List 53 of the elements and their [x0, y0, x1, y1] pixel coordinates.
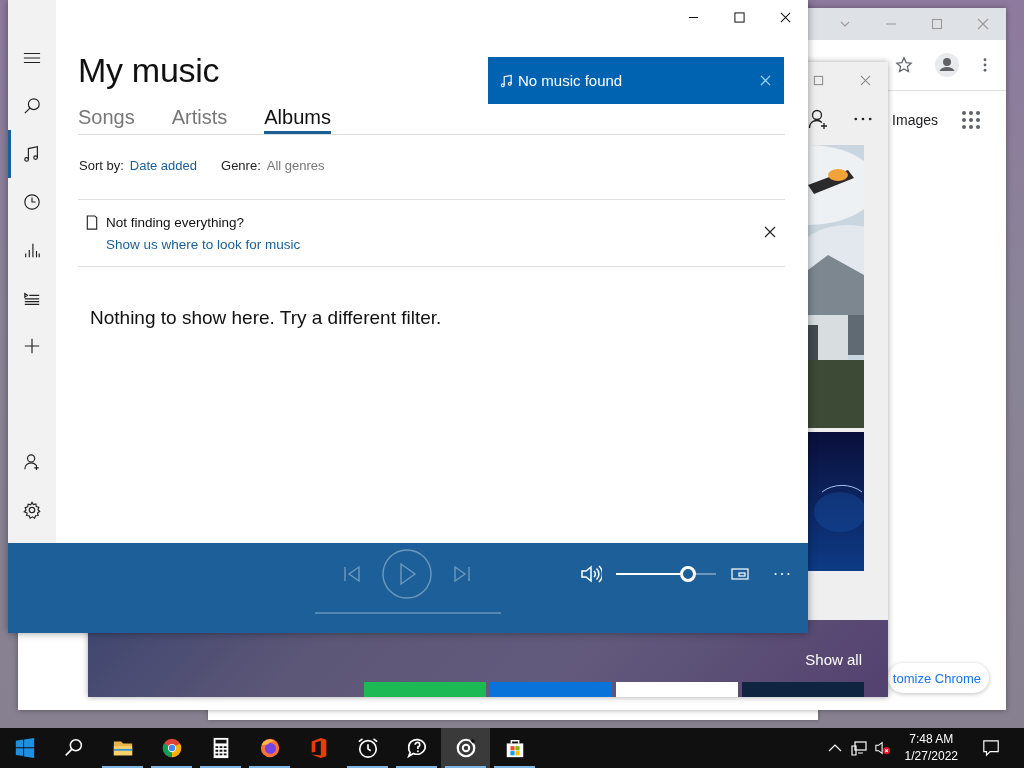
app-tile[interactable]: [364, 682, 486, 697]
notice-title: Not finding everything?: [106, 214, 246, 232]
volume-icon[interactable]: [580, 564, 602, 584]
speech-bubble-icon: [405, 737, 428, 759]
music-note-icon: [500, 73, 514, 88]
filter-dropdown[interactable]: All genres: [266, 157, 325, 173]
add-person-icon[interactable]: [808, 108, 828, 130]
show-all-link[interactable]: Show all: [805, 651, 862, 668]
filter-dropdown[interactable]: Date added: [129, 157, 198, 173]
close-icon: [779, 11, 791, 23]
fox-browser-icon: [258, 737, 281, 759]
search-icon: [62, 737, 85, 759]
maximize-icon[interactable]: [931, 18, 943, 30]
star-icon[interactable]: [895, 56, 913, 74]
search-icon: [23, 97, 41, 115]
empty-message: Nothing to show here. Try a different filter.: [90, 307, 443, 329]
maximize-icon: [733, 11, 745, 23]
device-icon: [86, 215, 98, 230]
images-link[interactable]: Images: [892, 112, 938, 128]
filter-label: Sort by:: [79, 157, 124, 173]
mini-view-icon[interactable]: [731, 568, 749, 580]
network-icon[interactable]: [850, 740, 867, 756]
app-tile[interactable]: [490, 682, 612, 697]
tab[interactable]: Artists: [171, 100, 228, 134]
app-tile[interactable]: [742, 682, 864, 697]
volume-slider[interactable]: [616, 566, 716, 582]
more-icon[interactable]: [854, 117, 872, 121]
more-icon[interactable]: [983, 58, 987, 72]
music-disc-icon: [454, 737, 477, 759]
bar-chart-icon: [23, 241, 41, 259]
music-note-icon: [23, 145, 41, 163]
page-title: My music: [78, 50, 220, 91]
notifications-icon[interactable]: [982, 739, 1000, 757]
app-tile[interactable]: [616, 682, 738, 697]
tab[interactable]: Albums: [264, 100, 331, 134]
clock[interactable]: 7:48 AM 1/27/2022: [898, 731, 968, 765]
close-icon[interactable]: [764, 226, 776, 238]
maximize-icon[interactable]: [813, 74, 824, 86]
browser-icon: [160, 737, 183, 759]
add-person-icon: [23, 453, 41, 471]
filter-label: Genre:: [221, 157, 261, 173]
start-logo-icon: [13, 737, 36, 759]
settings-icon: [23, 501, 41, 519]
plus-icon: [23, 337, 41, 355]
apps-grid-icon[interactable]: [962, 111, 980, 129]
music-location-link[interactable]: Show us where to look for music: [106, 236, 301, 254]
notification-text: No music found: [518, 72, 624, 89]
customize-button[interactable]: tomize Chrome: [888, 663, 989, 693]
profile-icon[interactable]: [935, 53, 959, 77]
clock-icon: [23, 193, 41, 211]
muted-speaker-icon[interactable]: [874, 740, 891, 756]
tab[interactable]: Songs: [78, 100, 135, 134]
alarm-clock-icon: [356, 737, 379, 759]
